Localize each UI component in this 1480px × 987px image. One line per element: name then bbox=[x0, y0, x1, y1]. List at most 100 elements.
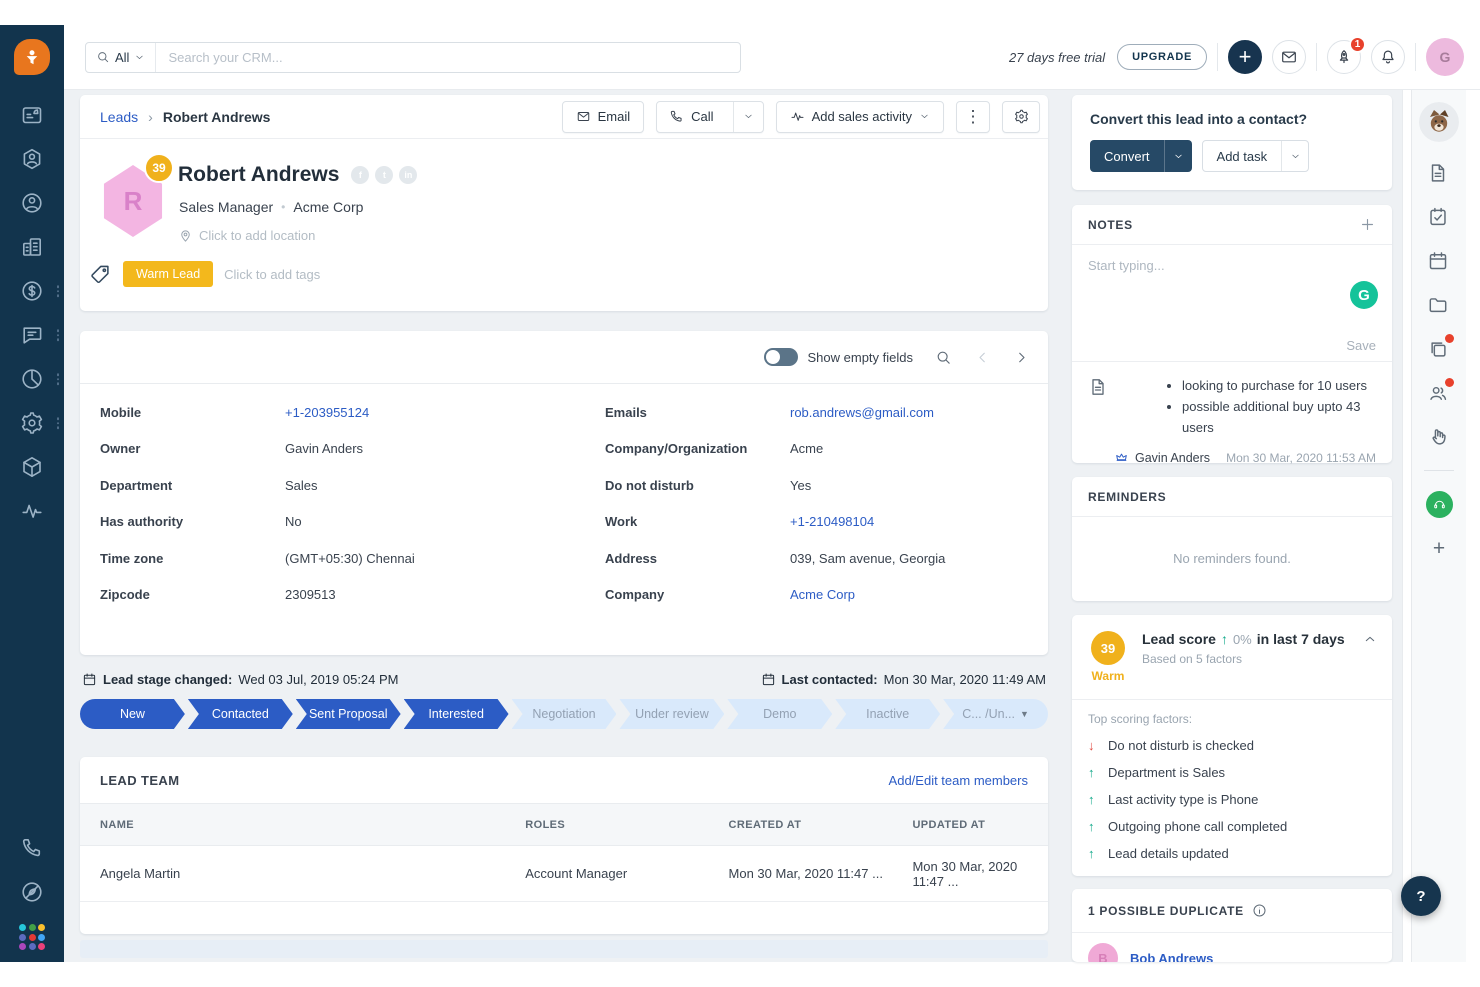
user-avatar[interactable]: G bbox=[1426, 38, 1464, 76]
sidebar-item-deals[interactable] bbox=[0, 279, 64, 303]
field-value[interactable]: Acme Corp bbox=[790, 587, 855, 602]
sidebar-item-settings[interactable] bbox=[0, 411, 64, 435]
convert-dropdown[interactable] bbox=[1164, 140, 1192, 172]
freshsales-logo-icon[interactable] bbox=[14, 39, 50, 75]
stage-c-----un---[interactable]: C... /Un...▼ bbox=[943, 699, 1048, 729]
search-scope-label: All bbox=[115, 50, 129, 65]
info-icon[interactable] bbox=[1252, 903, 1267, 918]
note-input[interactable]: Start typing... G Save bbox=[1072, 245, 1392, 362]
add-edit-team-members-link[interactable]: Add/Edit team members bbox=[889, 773, 1028, 788]
duplicate-name-link[interactable]: Bob Andrews bbox=[1130, 951, 1213, 963]
stage-negotiation[interactable]: Negotiation bbox=[512, 699, 617, 729]
add-task-button[interactable]: Add task bbox=[1202, 140, 1310, 172]
stage-dropdown-caret[interactable]: ▼ bbox=[1020, 709, 1029, 719]
facebook-icon[interactable]: f bbox=[351, 166, 369, 184]
search-scope-dropdown[interactable]: All bbox=[86, 43, 156, 72]
add-tags-placeholder[interactable]: Click to add tags bbox=[224, 267, 320, 282]
notifications-button[interactable] bbox=[1371, 40, 1405, 74]
kebab-menu-icon[interactable] bbox=[57, 373, 60, 385]
sidebar-item-phone[interactable] bbox=[0, 836, 64, 860]
linkedin-icon[interactable]: in bbox=[399, 166, 417, 184]
duplicate-avatar: B bbox=[1088, 943, 1118, 962]
field-value[interactable]: +1-203955124 bbox=[285, 405, 369, 420]
gear-icon bbox=[1014, 109, 1029, 124]
divider bbox=[1217, 43, 1218, 71]
breadcrumb-current: Robert Andrews bbox=[163, 109, 271, 125]
toggle-switch[interactable] bbox=[764, 348, 798, 366]
convert-lead-card: Convert this lead into a contact? Conver… bbox=[1072, 95, 1392, 190]
quick-add-button[interactable]: + bbox=[1228, 40, 1262, 74]
add-note-icon[interactable] bbox=[1359, 216, 1376, 233]
left-sidebar-nav bbox=[0, 103, 64, 523]
add-location-placeholder[interactable]: Click to add location bbox=[178, 228, 315, 243]
add-sales-activity-button[interactable]: Add sales activity bbox=[776, 101, 944, 133]
rail-item-folder[interactable] bbox=[1427, 294, 1451, 318]
field-value[interactable]: rob.andrews@gmail.com bbox=[790, 405, 934, 420]
convert-button[interactable]: Convert bbox=[1090, 140, 1192, 172]
field-value: Acme bbox=[790, 441, 823, 456]
call-dropdown[interactable] bbox=[733, 102, 763, 132]
warm-lead-tag[interactable]: Warm Lead bbox=[123, 261, 213, 287]
sidebar-item-products[interactable] bbox=[0, 455, 64, 479]
help-button[interactable]: ? bbox=[1401, 876, 1441, 916]
stage-sent-proposal[interactable]: Sent Proposal bbox=[296, 699, 401, 729]
kebab-menu-icon[interactable] bbox=[57, 329, 60, 341]
chevron-left-icon[interactable] bbox=[974, 349, 991, 366]
sidebar-item-reports[interactable] bbox=[0, 367, 64, 391]
note-item[interactable]: looking to purchase for 10 userspossible… bbox=[1072, 362, 1392, 465]
rail-item-hand[interactable] bbox=[1427, 426, 1451, 450]
stage-contacted[interactable]: Contacted bbox=[188, 699, 293, 729]
show-empty-fields-toggle[interactable]: Show empty fields bbox=[764, 348, 914, 366]
freddy-avatar-icon[interactable] bbox=[1419, 102, 1459, 142]
save-note-button[interactable]: Save bbox=[1346, 338, 1376, 353]
scrollbar[interactable] bbox=[1402, 90, 1411, 962]
call-button[interactable]: Call bbox=[656, 101, 763, 133]
sidebar-item-dashboard[interactable] bbox=[0, 103, 64, 127]
field-row: Has authorityNo bbox=[100, 504, 605, 541]
breadcrumb-leads-link[interactable]: Leads bbox=[100, 109, 138, 125]
sidebar-item-app-switcher[interactable] bbox=[0, 924, 64, 948]
sidebar-item-freddy-disabled[interactable] bbox=[0, 880, 64, 904]
collapse-chevron-icon[interactable] bbox=[1362, 631, 1378, 647]
add-task-dropdown[interactable] bbox=[1281, 141, 1308, 171]
kebab-menu-icon[interactable] bbox=[57, 417, 60, 429]
kebab-menu-icon[interactable] bbox=[57, 285, 60, 297]
twitter-icon[interactable]: t bbox=[375, 166, 393, 184]
stage-under-review[interactable]: Under review bbox=[619, 699, 724, 729]
rail-item-document[interactable] bbox=[1427, 162, 1451, 186]
settings-icon bbox=[20, 411, 44, 435]
stage-demo[interactable]: Demo bbox=[727, 699, 832, 729]
sidebar-item-accounts[interactable] bbox=[0, 235, 64, 259]
stage-interested[interactable]: Interested bbox=[404, 699, 509, 729]
stage-new[interactable]: New bbox=[80, 699, 185, 729]
grammarly-icon[interactable]: G bbox=[1350, 281, 1378, 309]
more-actions-button[interactable]: ⋮ bbox=[956, 101, 990, 133]
global-search-input[interactable]: All Search your CRM... bbox=[85, 42, 741, 73]
sidebar-item-conversations[interactable] bbox=[0, 323, 64, 347]
chevron-right-icon[interactable] bbox=[1013, 349, 1030, 366]
stage-inactive[interactable]: Inactive bbox=[835, 699, 940, 729]
settings-button[interactable] bbox=[1002, 101, 1040, 133]
field-label: Owner bbox=[100, 441, 285, 456]
duplicate-record[interactable]: B Bob Andrews bbox=[1072, 933, 1392, 962]
rail-item-duplicates[interactable] bbox=[1427, 338, 1451, 362]
table-row[interactable]: Angela MartinAccount ManagerMon 30 Mar, … bbox=[80, 846, 1048, 902]
sidebar-item-leads[interactable] bbox=[0, 147, 64, 171]
headset-icon[interactable] bbox=[1426, 491, 1453, 518]
chevron-down-icon bbox=[919, 111, 930, 122]
field-value[interactable]: +1-210498104 bbox=[790, 514, 874, 529]
email-button[interactable]: Email bbox=[562, 101, 645, 133]
lead-name: Robert Andrews bbox=[178, 163, 339, 187]
sidebar-item-contacts[interactable] bbox=[0, 191, 64, 215]
email-inbox-button[interactable] bbox=[1272, 40, 1306, 74]
rail-item-people[interactable] bbox=[1427, 382, 1451, 406]
field-label: Department bbox=[100, 478, 285, 493]
upgrade-button[interactable]: UPGRADE bbox=[1117, 44, 1207, 70]
add-widget-icon[interactable]: + bbox=[1433, 538, 1445, 559]
app-window: All Search your CRM... 27 days free tria… bbox=[0, 0, 1480, 987]
last-contacted-info: Last contacted: Mon 30 Mar, 2020 11:49 A… bbox=[761, 672, 1046, 687]
sidebar-item-activity[interactable] bbox=[0, 499, 64, 523]
rail-item-calendar[interactable] bbox=[1427, 250, 1451, 274]
rail-item-tasks[interactable] bbox=[1427, 206, 1451, 230]
search-fields-icon[interactable] bbox=[935, 349, 952, 366]
